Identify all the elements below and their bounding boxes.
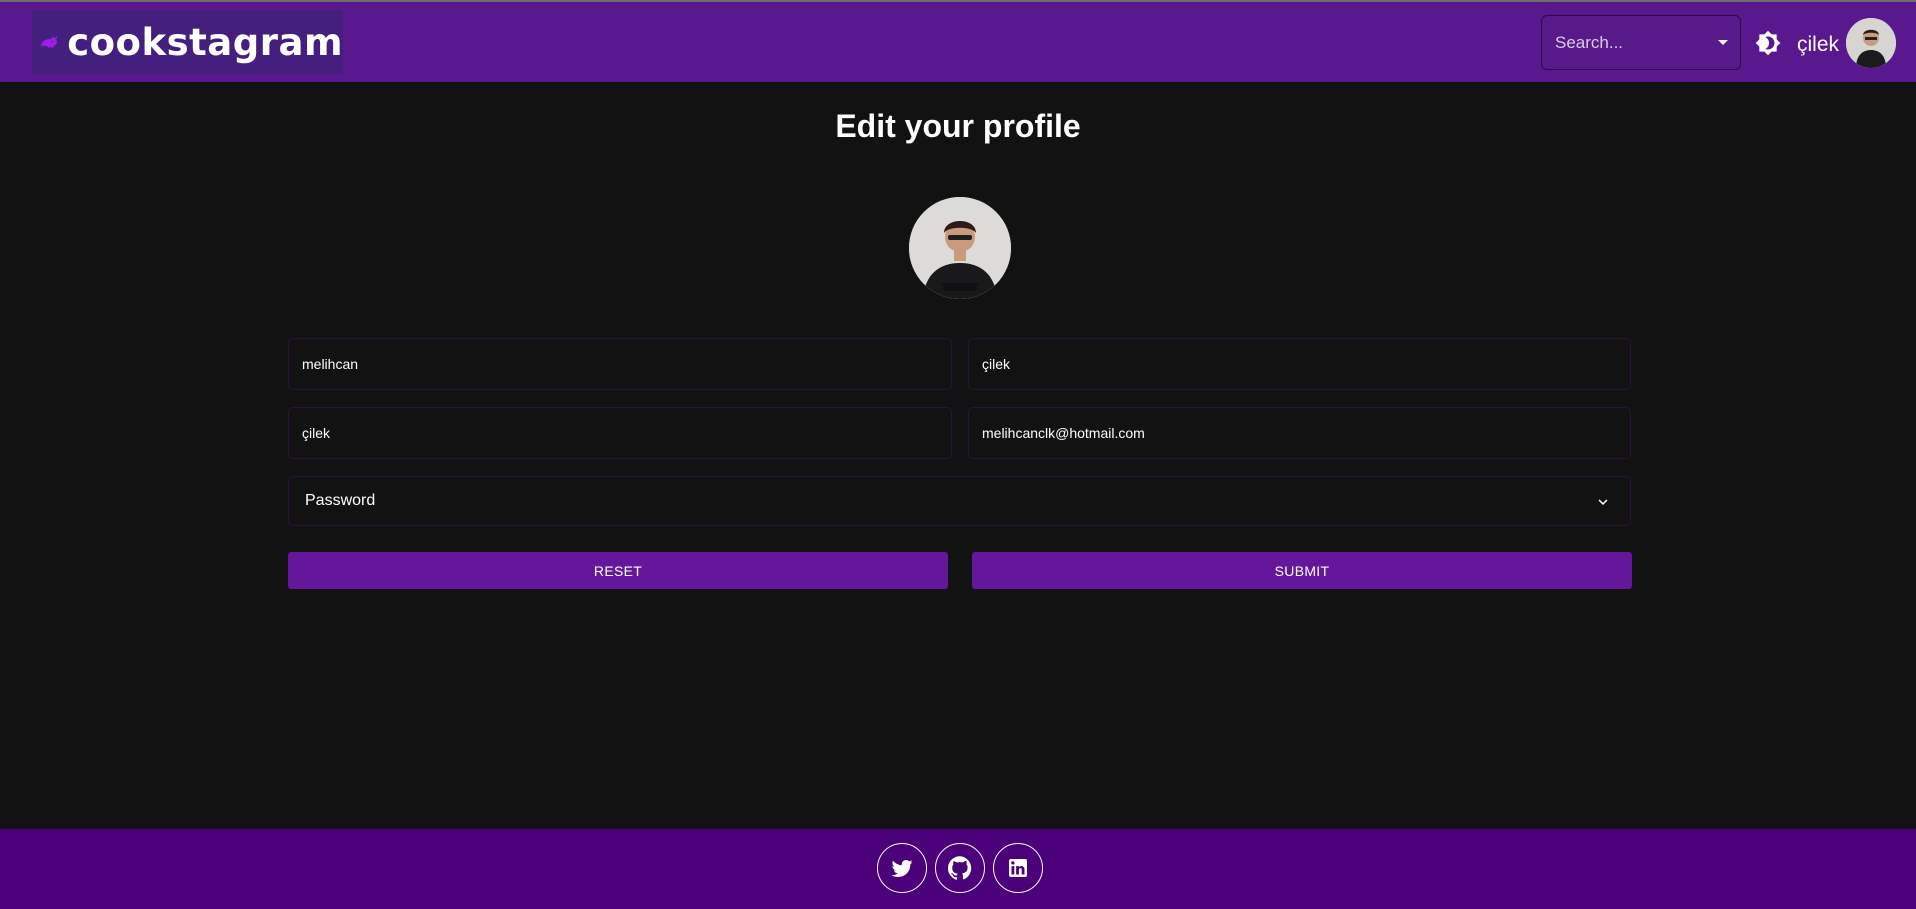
search-box[interactable] xyxy=(1541,15,1741,70)
linkedin-icon xyxy=(1009,859,1027,877)
chevron-down-icon[interactable] xyxy=(1594,493,1612,511)
reset-button[interactable]: RESET xyxy=(288,552,948,589)
twitter-icon xyxy=(891,860,913,877)
search-input[interactable] xyxy=(1542,16,1702,69)
email-input[interactable] xyxy=(969,408,1630,458)
logo-icon xyxy=(40,35,58,49)
password-label: Password xyxy=(305,492,376,509)
footer xyxy=(0,829,1916,909)
logo-text: cookstagram xyxy=(67,20,343,64)
linkedin-link[interactable] xyxy=(993,843,1043,893)
submit-button[interactable]: SUBMIT xyxy=(972,552,1632,589)
nav-username[interactable]: çilek xyxy=(1797,33,1839,57)
first-name-field[interactable] xyxy=(288,338,952,390)
username-input[interactable] xyxy=(289,408,951,458)
navbar: cookstagram çilek xyxy=(0,2,1916,82)
last-name-field[interactable] xyxy=(968,338,1631,390)
logo[interactable]: cookstagram xyxy=(32,10,343,74)
first-name-input[interactable] xyxy=(289,339,951,389)
profile-avatar[interactable] xyxy=(909,197,1011,299)
page-title: Edit your profile xyxy=(835,108,1081,144)
username-field[interactable] xyxy=(288,407,952,459)
last-name-input[interactable] xyxy=(969,339,1630,389)
avatar[interactable] xyxy=(1846,18,1896,68)
twitter-link[interactable] xyxy=(877,843,927,893)
email-field[interactable] xyxy=(968,407,1631,459)
github-icon xyxy=(948,856,972,880)
chevron-down-icon[interactable] xyxy=(1718,40,1728,45)
brightness-icon[interactable] xyxy=(1755,30,1781,56)
github-link[interactable] xyxy=(935,843,985,893)
password-accordion[interactable]: Password xyxy=(288,476,1631,526)
